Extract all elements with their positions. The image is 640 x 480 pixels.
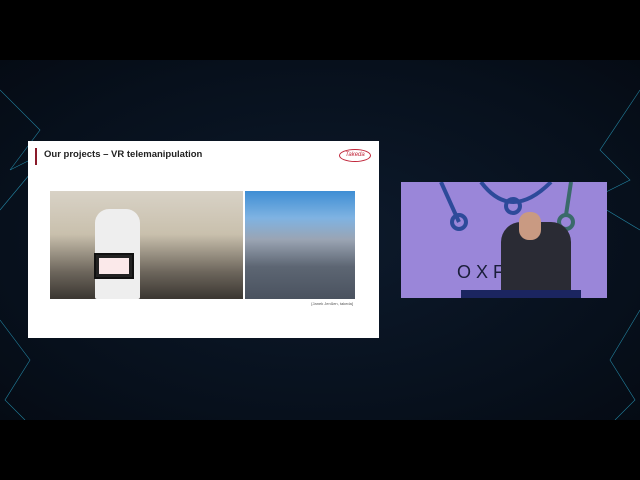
robot-lab-photo (50, 191, 243, 299)
speaker-head (519, 212, 541, 240)
robot-screen (94, 253, 134, 279)
podium (461, 290, 581, 298)
slide-title: Our projects – VR telemanipulation (44, 149, 203, 160)
takeda-logo: Takeda (339, 149, 371, 162)
image-caption: [Janek Jenßen, takeda] (311, 301, 353, 306)
vr-view-image (245, 191, 355, 299)
presentation-slide: Our projects – VR telemanipulation Taked… (28, 141, 379, 338)
title-accent-bar (35, 148, 37, 165)
speaker-video: OXF (401, 182, 607, 298)
